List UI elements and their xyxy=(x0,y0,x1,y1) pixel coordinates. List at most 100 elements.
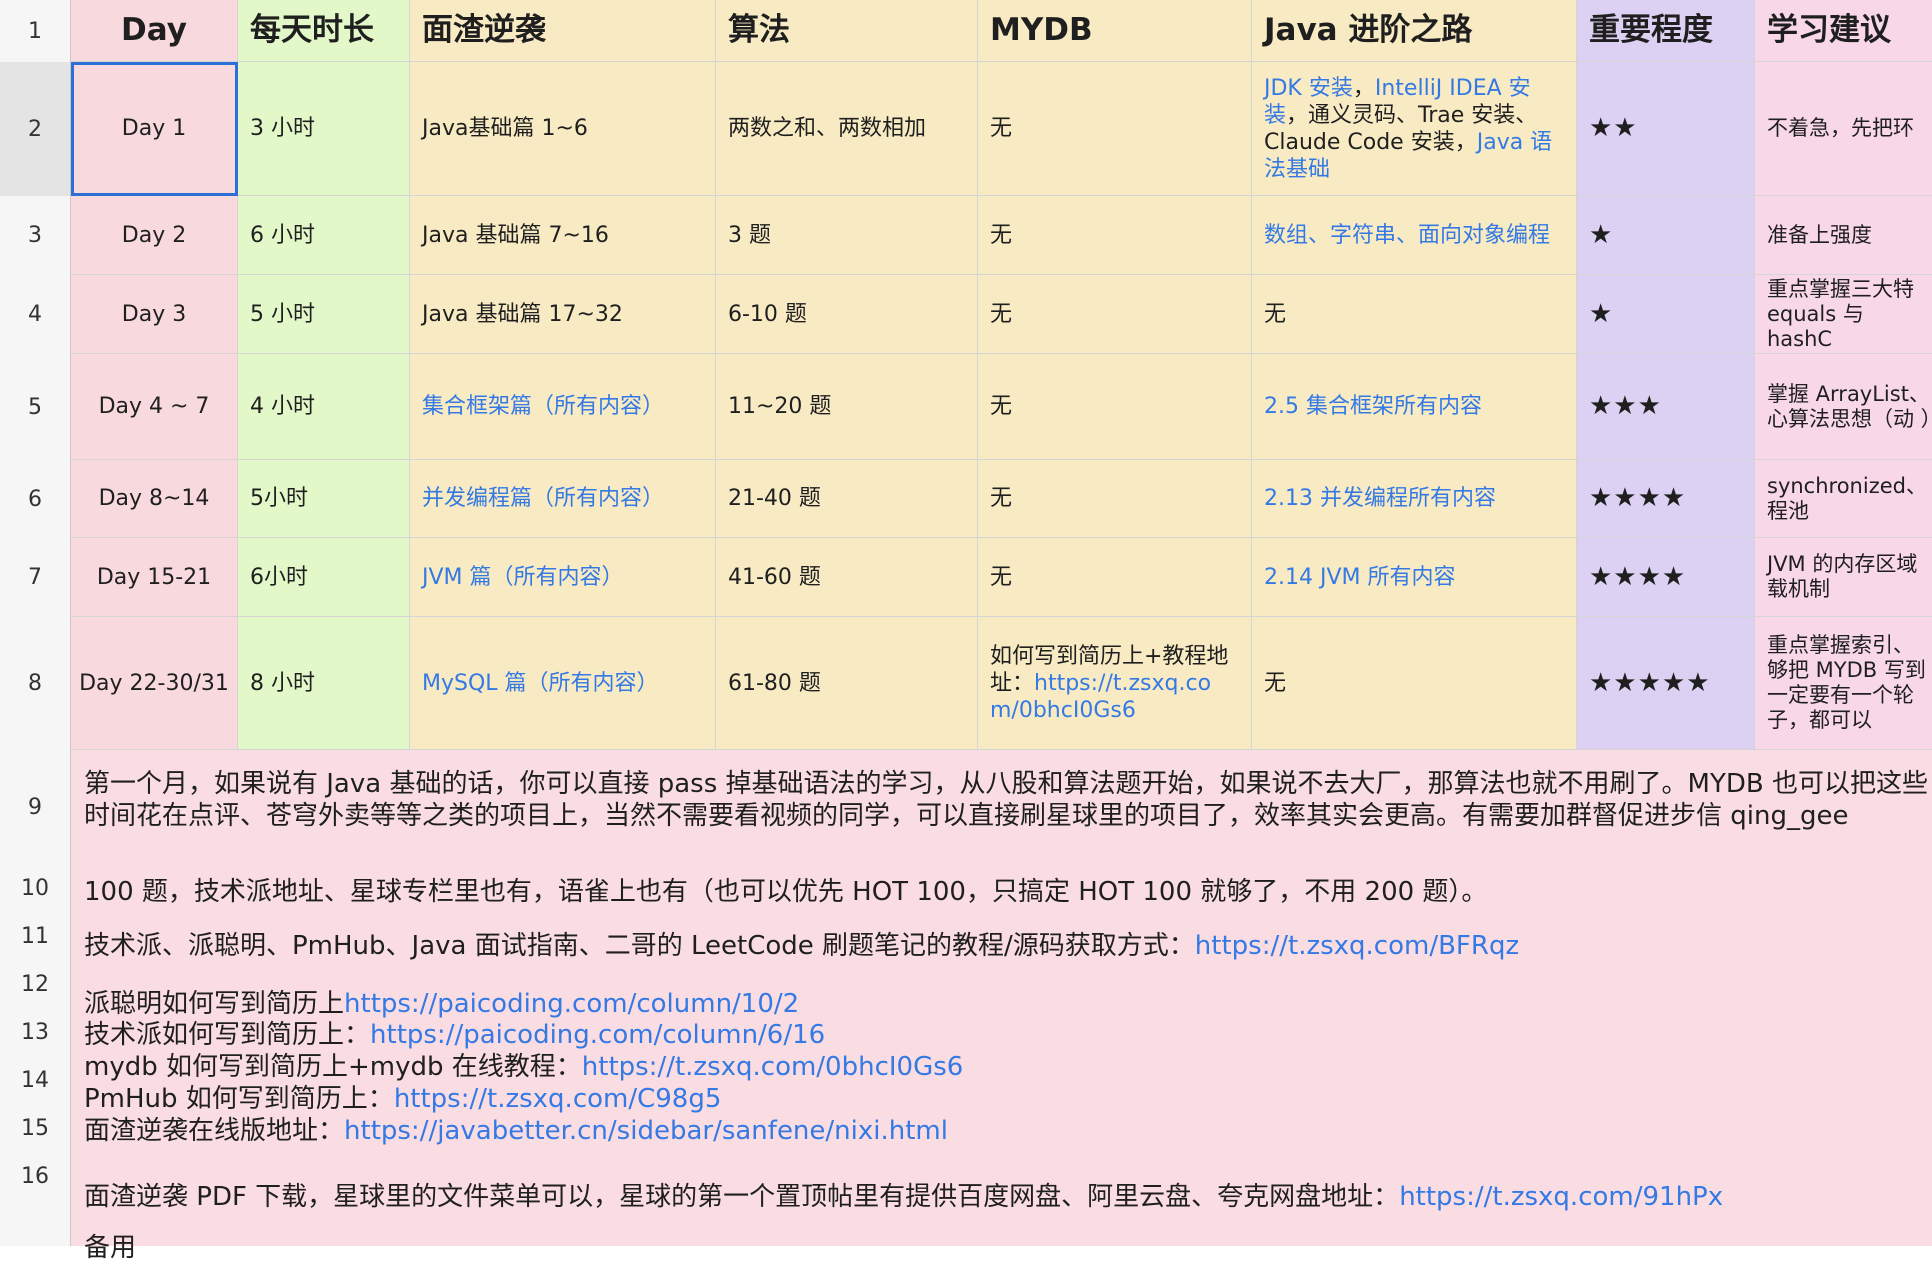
row-header-1[interactable]: 1 xyxy=(0,0,71,63)
cell-mydb[interactable]: 无 xyxy=(978,460,1252,538)
cell-advice[interactable]: 重点掌握索引、够把 MYDB 写到 一定要有一个轮 子，都可以 xyxy=(1755,617,1932,750)
cell-day[interactable]: Day 15-21 xyxy=(71,538,238,617)
cell-stars[interactable]: ★★ xyxy=(1577,62,1755,196)
cell-algo[interactable]: 11~20 题 xyxy=(716,354,978,460)
mianzha-link[interactable]: 集合框架篇（所有内容） xyxy=(422,393,664,420)
link-mydb-tutorial[interactable]: https://t.zsxq.com/0bhcI0Gs6 xyxy=(582,1052,964,1082)
cell-hours[interactable]: 4 小时 xyxy=(238,354,410,460)
cell-algo[interactable]: 两数之和、两数相加 xyxy=(716,62,978,196)
row-header-5[interactable]: 5 xyxy=(0,354,71,461)
cell-day[interactable]: Day 3 xyxy=(71,275,238,354)
cell-stars[interactable]: ★★★★★ xyxy=(1577,617,1755,750)
cell-hours[interactable]: 5 小时 xyxy=(238,275,410,354)
row-header-16[interactable]: 16 xyxy=(0,1152,71,1201)
header-advice[interactable]: 学习建议 xyxy=(1755,0,1932,62)
cell-mianzha[interactable]: Java基础篇 1~6 xyxy=(410,62,716,196)
row-header-12[interactable]: 12 xyxy=(0,960,71,1009)
cell-stars[interactable]: ★★★★ xyxy=(1577,460,1755,538)
note-row11[interactable]: 技术派、派聪明、PmHub、Java 面试指南、二哥的 LeetCode 刷题笔… xyxy=(84,930,1519,962)
cell-mydb[interactable]: 如何写到简历上+教程地址：https://t.zsxq.com/0bhcI0Gs… xyxy=(978,617,1252,750)
cell-day[interactable]: Day 1 xyxy=(71,62,238,196)
note-row13[interactable]: 技术派如何写到简历上：https://paicoding.com/column/… xyxy=(84,1019,825,1051)
cell-java[interactable]: 无 xyxy=(1252,275,1577,354)
row-header-8[interactable]: 8 xyxy=(0,617,71,751)
link-mianzha-pdf[interactable]: https://t.zsxq.com/91hPx xyxy=(1399,1182,1723,1212)
cell-java[interactable]: 2.14 JVM 所有内容 xyxy=(1252,538,1577,617)
mianzha-link[interactable]: 并发编程篇（所有内容） xyxy=(422,485,664,512)
cell-algo[interactable]: 61-80 题 xyxy=(716,617,978,750)
link-paicongming-resume[interactable]: https://paicoding.com/column/10/2 xyxy=(344,989,799,1019)
row-header-9[interactable]: 9 xyxy=(0,750,71,865)
note-row18[interactable]: 备用 xyxy=(84,1232,136,1264)
cell-java[interactable]: 无 xyxy=(1252,617,1577,750)
row-header-15[interactable]: 15 xyxy=(0,1104,71,1153)
cell-mianzha[interactable]: 集合框架篇（所有内容） xyxy=(410,354,716,460)
cell-hours[interactable]: 6小时 xyxy=(238,538,410,617)
cell-algo[interactable]: 41-60 题 xyxy=(716,538,978,617)
cell-mianzha[interactable]: Java 基础篇 17~32 xyxy=(410,275,716,354)
link-jishupai-resume[interactable]: https://paicoding.com/column/6/16 xyxy=(370,1020,825,1050)
row-header-7[interactable]: 7 xyxy=(0,538,71,618)
cell-hours[interactable]: 6 小时 xyxy=(238,196,410,275)
row-header-10[interactable]: 10 xyxy=(0,864,71,913)
cell-day[interactable]: Day 2 xyxy=(71,196,238,275)
cell-advice[interactable]: 重点掌握三大特 equals 与 hashC xyxy=(1755,275,1932,354)
cell-day[interactable]: Day 22-30/31 xyxy=(71,617,238,750)
cell-mydb[interactable]: 无 xyxy=(978,538,1252,617)
java-path-link[interactable]: 2.13 并发编程所有内容 xyxy=(1264,486,1496,511)
cell-hours[interactable]: 3 小时 xyxy=(238,62,410,196)
cell-stars[interactable]: ★★★ xyxy=(1577,354,1755,460)
cell-advice[interactable]: synchronized、程池 xyxy=(1755,460,1932,538)
java-path-link[interactable]: 2.14 JVM 所有内容 xyxy=(1264,565,1456,590)
note-row16[interactable]: 面渣逆袭在线版地址：https://javabetter.cn/sidebar/… xyxy=(84,1115,948,1147)
row-header-6[interactable]: 6 xyxy=(0,460,71,539)
cell-mianzha[interactable]: JVM 篇（所有内容） xyxy=(410,538,716,617)
header-importance[interactable]: 重要程度 xyxy=(1577,0,1755,62)
cell-hours[interactable]: 5小时 xyxy=(238,460,410,538)
note-row15[interactable]: PmHub 如何写到简历上：https://t.zsxq.com/C98g5 xyxy=(84,1083,721,1115)
cell-mianzha[interactable]: 并发编程篇（所有内容） xyxy=(410,460,716,538)
note-row17[interactable]: 面渣逆袭 PDF 下载，星球里的文件菜单可以，星球的第一个置顶帖里有提供百度网盘… xyxy=(84,1181,1723,1213)
row-header-14[interactable]: 14 xyxy=(0,1056,71,1105)
cell-day[interactable]: Day 4 ~ 7 xyxy=(71,354,238,460)
header-java-path[interactable]: Java 进阶之路 xyxy=(1252,0,1577,62)
link-mianzha-online[interactable]: https://javabetter.cn/sidebar/sanfene/ni… xyxy=(344,1116,948,1146)
cell-java[interactable]: 2.5 集合框架所有内容 xyxy=(1252,354,1577,460)
header-algorithm[interactable]: 算法 xyxy=(716,0,978,62)
note-row9[interactable]: 第一个月，如果说有 Java 基础的话，你可以直接 pass 掉基础语法的学习，… xyxy=(84,768,1932,864)
cell-advice[interactable]: JVM 的内存区域 载机制 xyxy=(1755,538,1932,617)
java-path-link[interactable]: 数组、字符串、面向对象编程 xyxy=(1264,223,1550,248)
header-day[interactable]: Day xyxy=(71,0,238,62)
row-header-13[interactable]: 13 xyxy=(0,1008,71,1057)
cell-mydb[interactable]: 无 xyxy=(978,275,1252,354)
row-header-4[interactable]: 4 xyxy=(0,275,71,355)
note-row12[interactable]: 派聪明如何写到简历上https://paicoding.com/column/1… xyxy=(84,988,799,1020)
note-row10[interactable]: 100 题，技术派地址、星球专栏里也有，语雀上也有（也可以优先 HOT 100，… xyxy=(84,876,1487,908)
cell-mydb[interactable]: 无 xyxy=(978,196,1252,275)
header-mydb[interactable]: MYDB xyxy=(978,0,1252,62)
cell-stars[interactable]: ★ xyxy=(1577,275,1755,354)
cell-java[interactable]: 数组、字符串、面向对象编程 xyxy=(1252,196,1577,275)
cell-mianzha[interactable]: Java 基础篇 7~16 xyxy=(410,196,716,275)
mianzha-link[interactable]: MySQL 篇（所有内容） xyxy=(422,670,659,697)
cell-mydb[interactable]: 无 xyxy=(978,62,1252,196)
header-hours[interactable]: 每天时长 xyxy=(238,0,410,62)
mianzha-link[interactable]: JVM 篇（所有内容） xyxy=(422,564,624,591)
cell-mydb[interactable]: 无 xyxy=(978,354,1252,460)
cell-algo[interactable]: 21-40 题 xyxy=(716,460,978,538)
header-mianzha[interactable]: 面渣逆袭 xyxy=(410,0,716,62)
cell-mianzha[interactable]: MySQL 篇（所有内容） xyxy=(410,617,716,750)
cell-hours[interactable]: 8 小时 xyxy=(238,617,410,750)
cell-day[interactable]: Day 8~14 xyxy=(71,460,238,538)
cell-java[interactable]: JDK 安装，IntelliJ IDEA 安装，通义灵码、Trae 安装、Cla… xyxy=(1252,62,1577,196)
cell-advice[interactable]: 准备上强度 xyxy=(1755,196,1932,275)
row-header-11[interactable]: 11 xyxy=(0,912,71,961)
row-header-2[interactable]: 2 xyxy=(0,62,71,197)
link-pmhub-resume[interactable]: https://t.zsxq.com/C98g5 xyxy=(394,1084,722,1114)
cell-java[interactable]: 2.13 并发编程所有内容 xyxy=(1252,460,1577,538)
cell-stars[interactable]: ★ xyxy=(1577,196,1755,275)
cell-advice[interactable]: 掌握 ArrayList、心算法思想（动 ） xyxy=(1755,354,1932,460)
link-sources[interactable]: https://t.zsxq.com/BFRqz xyxy=(1195,931,1519,961)
cell-algo[interactable]: 6-10 题 xyxy=(716,275,978,354)
row-header-3[interactable]: 3 xyxy=(0,196,71,276)
